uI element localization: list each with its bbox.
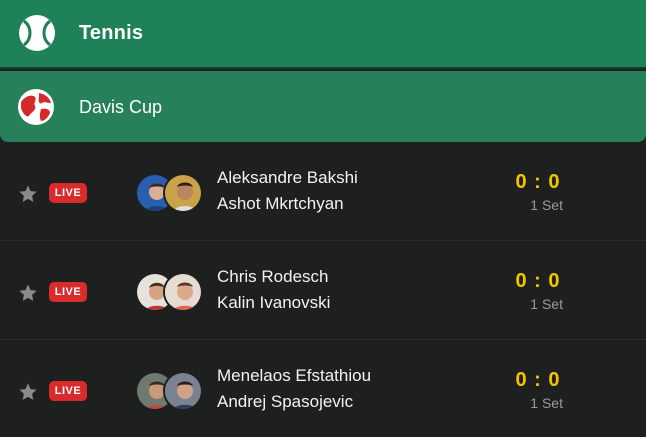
avatar [163,272,203,312]
player-avatars [135,272,205,312]
set-info: 1 Set [530,395,563,411]
player-avatars [135,371,205,411]
set-info: 1 Set [530,296,563,312]
favorite-star-icon[interactable] [18,283,38,303]
globe-icon [17,88,55,126]
live-badge: LIVE [49,381,87,401]
live-badge: LIVE [49,282,87,302]
avatar [163,371,203,411]
sport-title: Tennis [79,22,144,44]
tennis-ball-icon [18,14,56,52]
player-one-name: Chris Rodesch [217,267,329,286]
player-two-name: Andrej Spasojevic [217,392,354,411]
league-title: Davis Cup [79,97,163,117]
player-two-name: Ashot Mkrtchyan [217,194,344,213]
favorite-star-icon[interactable] [18,184,38,204]
match-list: LIVE Aleksandre Bakshi Ashot Mkrtchyan 0… [0,142,646,437]
favorite-star-icon[interactable] [18,382,38,402]
match-row[interactable]: LIVE Chris Rodesch Kalin Ivanovski 0 : 0… [0,241,646,340]
sport-header[interactable]: Tennis [0,0,646,69]
set-info: 1 Set [530,197,563,213]
match-score: 0 : 0 [515,270,561,292]
avatar [163,173,203,213]
match-score: 0 : 0 [515,369,561,391]
player-two-name: Kalin Ivanovski [217,293,331,312]
player-one-name: Menelaos Efstathiou [217,366,372,385]
player-one-name: Aleksandre Bakshi [217,168,358,187]
match-row[interactable]: LIVE Aleksandre Bakshi Ashot Mkrtchyan 0… [0,142,646,241]
match-row[interactable]: LIVE Menelaos Efstathiou Andrej Spasojev… [0,340,646,437]
live-badge: LIVE [49,183,87,203]
player-avatars [135,173,205,213]
match-score: 0 : 0 [515,171,561,193]
